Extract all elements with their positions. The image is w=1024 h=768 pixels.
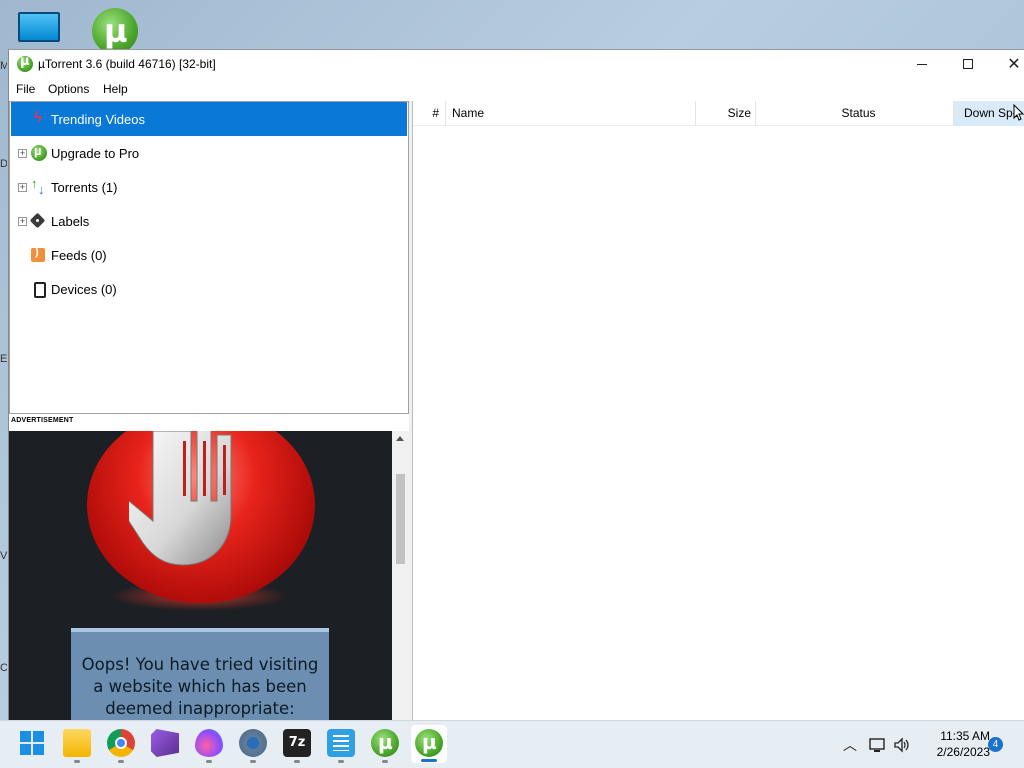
sidebar-item-label: Labels bbox=[51, 213, 90, 229]
utorrent-icon[interactable] bbox=[371, 729, 399, 763]
menu-help[interactable]: Help bbox=[103, 82, 128, 96]
torrent-list-header: # Name Size Status Down Spe bbox=[413, 101, 1024, 126]
desktop-edge-text: M bbox=[0, 60, 7, 72]
label-tag-icon bbox=[31, 213, 47, 229]
utorrent-desktop-icon[interactable] bbox=[90, 6, 138, 54]
close-button[interactable]: ✕ bbox=[991, 50, 1024, 78]
scroll-up-arrow-icon[interactable] bbox=[396, 436, 404, 441]
ad-scrollbar[interactable] bbox=[392, 431, 409, 721]
notepad-icon[interactable] bbox=[327, 729, 355, 763]
ad-message: Oops! You have tried visiting a website … bbox=[81, 655, 319, 718]
sidebar-item-labels[interactable]: + Labels bbox=[11, 204, 407, 238]
visual-studio-icon[interactable] bbox=[151, 729, 179, 757]
column-size[interactable]: Size bbox=[696, 101, 756, 126]
trending-icon bbox=[31, 109, 47, 127]
sidebar-item-label: Upgrade to Pro bbox=[51, 145, 140, 161]
desktop-edge-text: D bbox=[0, 158, 7, 170]
notification-badge[interactable]: 4 bbox=[988, 737, 1003, 752]
scrollbar-thumb[interactable] bbox=[396, 474, 405, 564]
clock-time: 11:35 AM bbox=[940, 729, 990, 743]
sidebar-item-trending-videos[interactable]: Trending Videos bbox=[11, 102, 407, 136]
torrent-list-body[interactable] bbox=[413, 127, 1024, 721]
torrents-icon bbox=[31, 176, 47, 197]
rss-feed-icon bbox=[31, 246, 45, 262]
utorrent-icon bbox=[31, 143, 47, 161]
start-icon[interactable] bbox=[18, 729, 46, 757]
sidebar-item-feeds[interactable]: Feeds (0) bbox=[11, 238, 407, 272]
column-status[interactable]: Status bbox=[756, 101, 954, 126]
title-bar[interactable]: µTorrent 3.6 (build 46716) [32-bit] ✕ bbox=[9, 50, 1024, 78]
mouse-cursor-icon bbox=[1013, 104, 1024, 121]
advertisement-banner[interactable]: Oops! You have tried visiting a website … bbox=[9, 431, 392, 721]
desktop-edge-text: V bbox=[0, 550, 7, 562]
category-tree: Trending Videos + Upgrade to Pro + Torre… bbox=[9, 101, 409, 414]
this-pc-desktop-icon[interactable] bbox=[16, 6, 64, 50]
clock-date: 2/26/2023 bbox=[936, 745, 990, 759]
close-icon: ✕ bbox=[1007, 56, 1021, 73]
stop-hand-icon bbox=[129, 431, 232, 566]
sidebar-item-label: Feeds (0) bbox=[51, 247, 107, 263]
show-hidden-icons-chevron-icon[interactable]: ︿ bbox=[838, 721, 862, 768]
taskbar: 7z ︿ 11:35 AM 2/26/2023 4 bbox=[0, 720, 1024, 768]
ad-message-box: Oops! You have tried visiting a website … bbox=[71, 628, 329, 721]
menu-options[interactable]: Options bbox=[48, 82, 89, 96]
menu-file[interactable]: File bbox=[16, 82, 35, 96]
sidebar-item-upgrade-to-pro[interactable]: + Upgrade to Pro bbox=[11, 136, 407, 170]
chrome-icon[interactable] bbox=[107, 729, 135, 763]
minimize-button[interactable] bbox=[899, 50, 945, 78]
file-explorer-icon[interactable] bbox=[63, 729, 91, 763]
taskbar-clock[interactable]: 11:35 AM 2/26/2023 bbox=[920, 728, 990, 760]
settings-gear-icon[interactable] bbox=[239, 729, 267, 763]
network-icon[interactable] bbox=[866, 721, 890, 768]
menu-bar: File Options Help bbox=[9, 78, 1024, 100]
7zip-icon[interactable]: 7z bbox=[283, 729, 311, 763]
utorrent-active-icon bbox=[415, 729, 443, 757]
desktop-edge-text: C bbox=[0, 662, 7, 674]
column-name[interactable]: Name bbox=[446, 101, 696, 126]
desktop-edge-text: E bbox=[0, 353, 7, 365]
sidebar-item-label: Devices (0) bbox=[51, 281, 117, 297]
sidebar-item-devices[interactable]: Devices (0) bbox=[11, 272, 407, 306]
utorrent-active-taskbar-item[interactable] bbox=[411, 725, 447, 763]
maximize-icon bbox=[963, 59, 973, 69]
sidebar-item-label: Trending Videos bbox=[51, 111, 145, 127]
paint-drop-icon[interactable] bbox=[195, 729, 223, 763]
sidebar-item-label: Torrents (1) bbox=[51, 179, 118, 195]
minimize-icon bbox=[917, 63, 927, 65]
expand-icon[interactable]: + bbox=[18, 182, 27, 192]
utorrent-app-icon[interactable] bbox=[17, 54, 33, 72]
expand-icon[interactable]: + bbox=[18, 216, 27, 226]
utorrent-window: µTorrent 3.6 (build 46716) [32-bit] ✕ Fi… bbox=[8, 49, 1024, 721]
column-number[interactable]: # bbox=[413, 101, 446, 126]
sidebar-item-torrents[interactable]: + Torrents (1) bbox=[11, 170, 407, 204]
maximize-button[interactable] bbox=[945, 50, 991, 78]
device-icon bbox=[31, 281, 47, 298]
advertisement-label: ADVERTISEMENT bbox=[11, 417, 74, 424]
expand-icon[interactable]: + bbox=[18, 148, 27, 158]
volume-icon[interactable] bbox=[890, 721, 914, 768]
window-title: µTorrent 3.6 (build 46716) [32-bit] bbox=[38, 57, 216, 71]
